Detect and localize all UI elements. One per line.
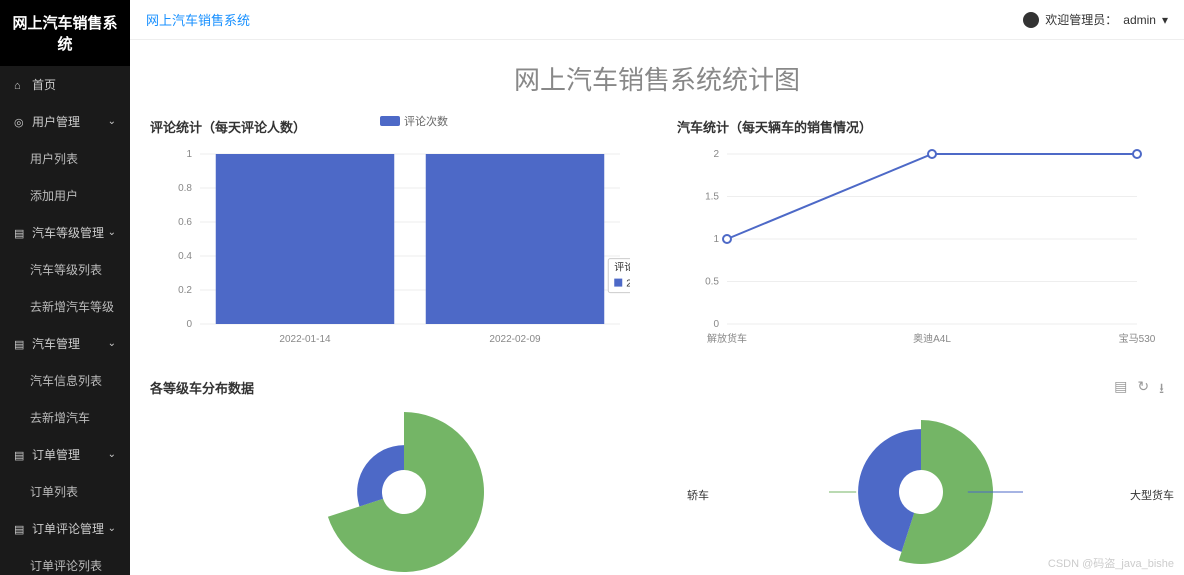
sidebar-item-首页[interactable]: ⌂首页 xyxy=(0,66,130,103)
menu-icon: ◎ xyxy=(14,116,26,129)
sidebar-item-订单评论管理[interactable]: ▤订单评论管理⌄ xyxy=(0,510,130,547)
pie-label-right: 大型货车 xyxy=(1130,487,1174,503)
svg-text:评论次数: 评论次数 xyxy=(614,261,630,274)
chevron-down-icon: ⌄ xyxy=(108,227,116,238)
legend-label: 评论次数 xyxy=(404,113,448,129)
pie-right-svg xyxy=(771,407,1071,575)
sidebar-subitem-去新增汽车等级[interactable]: 去新增汽车等级 xyxy=(0,288,130,325)
pie-chart-left xyxy=(150,407,637,575)
chevron-down-icon: ⌄ xyxy=(108,338,116,349)
pie-section-title: 各等级车分布数据 xyxy=(150,378,1164,397)
svg-text:1: 1 xyxy=(186,149,192,160)
sidebar: 网上汽车销售系统 ⌂首页◎用户管理⌄用户列表添加用户▤汽车等级管理⌄汽车等级列表… xyxy=(0,0,130,575)
welcome-block: 欢迎管理员： admin ▾ xyxy=(1023,11,1168,28)
svg-text:0.8: 0.8 xyxy=(178,183,192,194)
avatar-icon xyxy=(1023,12,1039,28)
svg-text:2: 2 xyxy=(713,149,719,160)
bar-chart: 0 0.2 0.4 0.6 0.8 1 2022-01-14 2022-02-09 评论次数 20… xyxy=(150,144,630,354)
svg-text:2022-01-14: 2022-01-14 xyxy=(279,334,331,345)
svg-text:0: 0 xyxy=(186,319,192,330)
sidebar-subitem-用户列表[interactable]: 用户列表 xyxy=(0,140,130,177)
welcome-prefix: 欢迎管理员： xyxy=(1045,11,1117,28)
sidebar-subitem-添加用户[interactable]: 添加用户 xyxy=(0,177,130,214)
chevron-down-icon: ⌄ xyxy=(108,523,116,534)
chevron-down-icon: ⌄ xyxy=(108,116,116,127)
svg-text:宝马530: 宝马530 xyxy=(1119,332,1156,345)
svg-text:奥迪A4L: 奥迪A4L xyxy=(913,332,951,345)
pie-left-svg xyxy=(264,407,524,575)
chart-toolbar: ▤ ↻ ⭳ xyxy=(1114,378,1164,402)
sidebar-item-汽车管理[interactable]: ▤汽车管理⌄ xyxy=(0,325,130,362)
svg-text:0.6: 0.6 xyxy=(178,217,192,228)
download-icon[interactable]: ⭳ xyxy=(1159,378,1164,402)
svg-text:1: 1 xyxy=(713,234,719,245)
menu-icon: ⌂ xyxy=(14,80,26,92)
menu-icon: ▤ xyxy=(14,338,26,351)
menu-icon: ▤ xyxy=(14,227,26,240)
sidebar-subitem-汽车信息列表[interactable]: 汽车信息列表 xyxy=(0,362,130,399)
line-chart: 0 0.5 1 1.5 2 解放货车 奥迪A4L 宝马530 xyxy=(677,144,1157,354)
watermark: CSDN @码盗_java_bishe xyxy=(1048,555,1174,571)
svg-text:2022-02-09: 2022-02-09 xyxy=(489,334,541,345)
menu-icon: ▤ xyxy=(14,449,26,462)
sidebar-subitem-汽车等级列表[interactable]: 汽车等级列表 xyxy=(0,251,130,288)
sidebar-subitem-订单评论列表[interactable]: 订单评论列表 xyxy=(0,547,130,575)
sidebar-item-汽车等级管理[interactable]: ▤汽车等级管理⌄ xyxy=(0,214,130,251)
chevron-down-icon[interactable]: ▾ xyxy=(1162,13,1168,27)
svg-text:0.2: 0.2 xyxy=(178,285,192,296)
line-chart-panel: 汽车统计（每天辆车的销售情况） 0 0.5 1 1.5 2 解放货车 奥迪A4L 宝马530 xyxy=(677,117,1164,354)
main: 网上汽车销售系统 欢迎管理员： admin ▾ 网上汽车销售系统统计图 评论统计… xyxy=(130,0,1184,575)
bar-chart-legend[interactable]: 评论次数 xyxy=(380,113,448,129)
data-view-icon[interactable]: ▤ xyxy=(1114,378,1127,402)
sidebar-item-订单管理[interactable]: ▤订单管理⌄ xyxy=(0,436,130,473)
sidebar-subitem-去新增汽车[interactable]: 去新增汽车 xyxy=(0,399,130,436)
sidebar-subitem-订单列表[interactable]: 订单列表 xyxy=(0,473,130,510)
bar-chart-panel: 评论统计（每天评论人数） 评论次数 00.20.40.60.812022-01-… xyxy=(150,117,637,354)
chevron-down-icon: ⌄ xyxy=(108,449,116,460)
svg-text:0: 0 xyxy=(713,319,719,330)
breadcrumb[interactable]: 网上汽车销售系统 xyxy=(146,10,250,29)
svg-text:0.5: 0.5 xyxy=(705,277,719,288)
refresh-icon[interactable]: ↻ xyxy=(1137,378,1149,402)
pie-label-left: 轿车 xyxy=(687,487,709,503)
line-chart-title: 汽车统计（每天辆车的销售情况） xyxy=(677,117,1164,136)
page-title: 网上汽车销售系统统计图 xyxy=(150,60,1164,97)
welcome-user[interactable]: admin xyxy=(1123,13,1156,27)
topbar: 网上汽车销售系统 欢迎管理员： admin ▾ xyxy=(130,0,1184,40)
logo: 网上汽车销售系统 xyxy=(0,0,130,66)
pie-chart-right: 轿车 大型货车 xyxy=(677,407,1164,575)
legend-swatch-icon xyxy=(380,116,400,126)
svg-text:解放货车: 解放货车 xyxy=(707,332,747,345)
menu-icon: ▤ xyxy=(14,523,26,536)
content: 网上汽车销售系统统计图 评论统计（每天评论人数） 评论次数 00.20.40.6… xyxy=(130,40,1184,575)
sidebar-item-用户管理[interactable]: ◎用户管理⌄ xyxy=(0,103,130,140)
svg-text:1.5: 1.5 xyxy=(705,192,719,203)
svg-text:2022-02-09: 2022-02-09 xyxy=(626,279,630,290)
svg-text:0.4: 0.4 xyxy=(178,251,192,262)
